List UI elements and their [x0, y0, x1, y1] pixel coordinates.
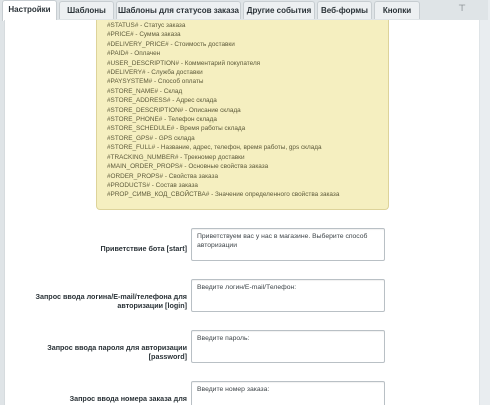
template-variables-box: #STATUS# - Статус заказа #PRICE# - Сумма… [96, 20, 389, 210]
start-greeting-textarea[interactable] [191, 228, 385, 261]
field-label-start: Приветствие бота [start] [100, 244, 187, 253]
variable-item: #TRACKING_NUMBER# - Трекномер доставки [107, 153, 245, 161]
variable-item: #DELIVERY_PRICE# - Стоимость доставки [107, 40, 235, 48]
tab-other-events[interactable]: Другие события [243, 1, 315, 19]
variable-item: #DELIVERY# - Служба доставки [107, 69, 203, 77]
variable-item: #PROP_СИМВ_КОД_СВОЙСТВА# - Значение опре… [107, 191, 340, 199]
tab-buttons[interactable]: Кнопки [374, 1, 420, 19]
field-label-password: Запрос ввода пароля для авторизации [pas… [47, 343, 187, 361]
variable-item: #STORE_GPS# - GPS склада [107, 134, 195, 142]
field-label-login: Запрос ввода логина/E-mail/телефона для … [35, 292, 187, 310]
login-prompt-textarea[interactable] [191, 279, 385, 312]
settings-panel: #STATUS# - Статус заказа #PRICE# - Сумма… [4, 20, 479, 405]
variable-item: #STORE_ADDRESS# - Адрес склада [107, 97, 217, 105]
order-number-prompt-textarea[interactable] [191, 381, 385, 405]
variable-item: #STORE_NAME# - Склад [107, 87, 183, 95]
tab-settings[interactable]: Настройки [2, 0, 57, 21]
variable-item: #PAYSYSTEM# - Способ оплаты [107, 78, 204, 86]
tab-templates[interactable]: Шаблоны [59, 1, 114, 19]
variable-item: #MAIN_ORDER_PROPS# - Основные свойства з… [107, 163, 269, 171]
variable-item: #PRICE# - Сумма заказа [107, 31, 181, 39]
variable-item: #STORE_SCHEDULE# - Время работы склада [107, 125, 246, 133]
pin-icon[interactable]: ⊤ [458, 3, 466, 14]
variable-item: #STORE_PHONE# - Телефон склада [107, 116, 217, 124]
variable-item: #STATUS# - Статус заказа [107, 22, 186, 29]
page-scrollbar[interactable] [480, 20, 488, 405]
variable-item: #ORDER_PROPS# - Свойства заказа [107, 172, 219, 180]
settings-window: Настройки Шаблоны Шаблоны для статусов з… [0, 0, 488, 405]
field-label-order-number: Запрос ввода номера заказа для [69, 394, 187, 403]
variable-item: #USER_DESCRIPTION# - Комментарий покупат… [107, 59, 261, 67]
tab-bar: Настройки Шаблоны Шаблоны для статусов з… [0, 0, 478, 21]
variable-item: #STORE_DESCRIPTION# - Описание склада [107, 106, 241, 114]
variable-item: #PRODUCTS# - Состав заказа [107, 181, 198, 189]
password-prompt-textarea[interactable] [191, 330, 385, 363]
variable-item: #PAID# - Оплачен [107, 50, 161, 58]
tab-web-forms[interactable]: Веб-формы [317, 1, 372, 19]
variable-item: #STORE_FULL# - Название, адрес, телефон,… [107, 144, 322, 152]
tab-order-status-templates[interactable]: Шаблоны для статусов заказа [116, 1, 241, 19]
